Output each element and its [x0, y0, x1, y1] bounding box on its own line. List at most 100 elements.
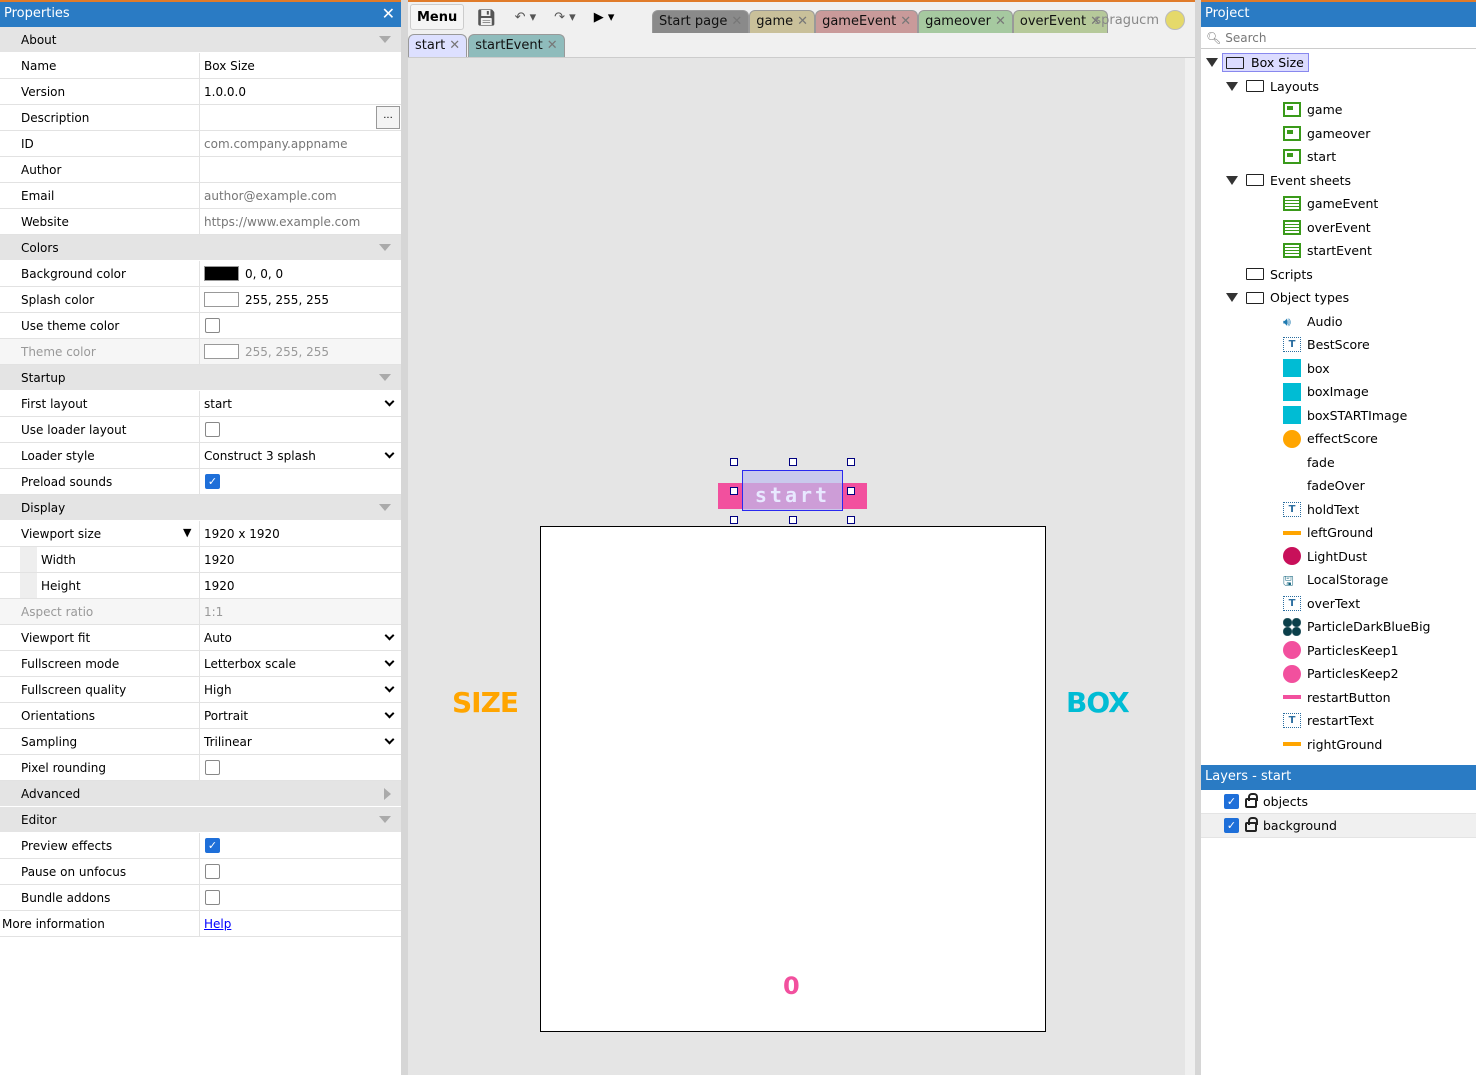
- save-icon[interactable]: 💾︎: [470, 4, 502, 30]
- tree-item[interactable]: ParticlesKeep1: [1201, 639, 1476, 663]
- lock-icon[interactable]: [1245, 817, 1258, 832]
- resize-handle[interactable]: [847, 458, 855, 466]
- close-icon[interactable]: ✕: [382, 4, 395, 23]
- property-value[interactable]: 255, 255, 255: [200, 339, 401, 364]
- undo-icon[interactable]: ↶ ▾: [509, 4, 543, 30]
- chevron-down-icon[interactable]: [384, 734, 395, 745]
- tree-item[interactable]: TrestartText: [1201, 709, 1476, 733]
- collapse-icon[interactable]: [379, 244, 391, 251]
- resize-handle[interactable]: [789, 458, 797, 466]
- search-input[interactable]: Search: [1225, 31, 1266, 45]
- tab-startevent[interactable]: startEvent ✕: [468, 34, 565, 57]
- close-icon[interactable]: ✕: [731, 14, 742, 30]
- property-value[interactable]: 1:1: [200, 599, 401, 624]
- start-text-object-selected[interactable]: start: [742, 470, 843, 511]
- expand-arrow-icon[interactable]: [1226, 293, 1238, 302]
- chevron-down-icon[interactable]: [384, 708, 395, 719]
- layer-row[interactable]: ✓ objects: [1201, 790, 1476, 814]
- tree-item[interactable]: T BestScore: [1201, 333, 1476, 357]
- checkbox[interactable]: ✓: [205, 838, 220, 853]
- tree-item[interactable]: leftGround: [1201, 521, 1476, 545]
- tab-gameevent[interactable]: gameEvent ✕: [815, 10, 919, 33]
- layout-area[interactable]: [540, 526, 1046, 1032]
- tree-item[interactable]: Box Size: [1201, 51, 1476, 75]
- color-swatch[interactable]: [204, 292, 239, 307]
- chevron-down-icon[interactable]: [384, 396, 395, 407]
- property-value[interactable]: com.company.appname: [200, 131, 401, 156]
- property-value[interactable]: [200, 885, 401, 910]
- size-text-object[interactable]: SIZE: [452, 686, 519, 719]
- menu-button[interactable]: Menu: [410, 4, 465, 30]
- close-icon[interactable]: ✕: [547, 38, 558, 54]
- tree-item[interactable]: start: [1201, 145, 1476, 169]
- tree-item[interactable]: restartButton: [1201, 686, 1476, 710]
- tree-item[interactable]: game: [1201, 98, 1476, 122]
- section-startup[interactable]: Startup: [0, 365, 401, 391]
- property-value[interactable]: 1920: [200, 547, 401, 572]
- section-display[interactable]: Display: [0, 495, 401, 521]
- tree-item[interactable]: 🔊︎ Audio: [1201, 310, 1476, 334]
- score-text-object[interactable]: 0: [783, 972, 800, 1000]
- tree-item[interactable]: Layouts: [1201, 75, 1476, 99]
- resize-handle[interactable]: [847, 516, 855, 524]
- property-value[interactable]: 1920: [200, 573, 401, 598]
- property-value[interactable]: ✓: [200, 469, 401, 494]
- property-value[interactable]: 1920 x 1920: [200, 521, 401, 546]
- tree-item[interactable]: fadeOver: [1201, 474, 1476, 498]
- property-value[interactable]: start: [200, 391, 401, 416]
- chevron-down-icon[interactable]: [384, 630, 395, 641]
- redo-icon[interactable]: ↷ ▾: [548, 4, 582, 30]
- checkbox[interactable]: [205, 760, 220, 775]
- avatar[interactable]: [1165, 10, 1185, 30]
- tree-item[interactable]: boxSTARTImage: [1201, 404, 1476, 428]
- tree-item[interactable]: effectScore: [1201, 427, 1476, 451]
- chevron-down-icon[interactable]: [384, 656, 395, 667]
- tab-start-page[interactable]: Start page ✕: [652, 10, 750, 33]
- tree-item[interactable]: Scripts: [1201, 263, 1476, 287]
- close-icon[interactable]: ✕: [995, 14, 1006, 30]
- tree-item[interactable]: overEvent: [1201, 216, 1476, 240]
- collapse-icon[interactable]: [379, 374, 391, 381]
- tab-gameover[interactable]: gameover ✕: [918, 10, 1013, 33]
- tab-game[interactable]: game ✕: [749, 10, 816, 33]
- property-value[interactable]: ✓: [200, 833, 401, 858]
- property-value[interactable]: [200, 417, 401, 442]
- expand-arrow-icon[interactable]: [1206, 58, 1218, 67]
- resize-handle[interactable]: [730, 516, 738, 524]
- user-account[interactable]: spragucm: [1094, 10, 1185, 30]
- section-colors[interactable]: Colors: [0, 235, 401, 261]
- checkbox[interactable]: ✓: [205, 474, 220, 489]
- tree-item[interactable]: rightGround: [1201, 733, 1476, 757]
- tree-item[interactable]: TholdText: [1201, 498, 1476, 522]
- chevron-down-icon[interactable]: [384, 448, 395, 459]
- collapse-icon[interactable]: [379, 504, 391, 511]
- property-value[interactable]: 255, 255, 255: [200, 287, 401, 312]
- resize-handle[interactable]: [730, 458, 738, 466]
- property-value[interactable]: [200, 755, 401, 780]
- property-value[interactable]: Auto: [200, 625, 401, 650]
- property-value[interactable]: Help: [200, 911, 401, 936]
- property-value[interactable]: 0, 0, 0: [200, 261, 401, 286]
- section-advanced[interactable]: Advanced: [0, 781, 401, 807]
- collapse-icon[interactable]: [379, 816, 391, 823]
- expand-arrow-icon[interactable]: [1226, 81, 1238, 91]
- property-value[interactable]: Trilinear: [200, 729, 401, 754]
- property-value[interactable]: Construct 3 splash: [200, 443, 401, 468]
- tree-item[interactable]: ParticleDarkBlueBig: [1201, 615, 1476, 639]
- property-value[interactable]: High: [200, 677, 401, 702]
- project-search[interactable]: 🔍︎ Search: [1201, 27, 1476, 49]
- property-value[interactable]: ...: [200, 105, 401, 130]
- checkbox[interactable]: [205, 318, 220, 333]
- property-value[interactable]: [200, 157, 401, 182]
- tree-item[interactable]: ToverText: [1201, 592, 1476, 616]
- tree-item[interactable]: ParticlesKeep2: [1201, 662, 1476, 686]
- resize-handle[interactable]: [847, 487, 855, 495]
- color-swatch[interactable]: [204, 266, 239, 281]
- property-value[interactable]: Letterbox scale: [200, 651, 401, 676]
- lock-icon[interactable]: [1245, 793, 1258, 808]
- close-icon[interactable]: ✕: [900, 14, 911, 30]
- close-icon[interactable]: ✕: [449, 38, 460, 54]
- tree-item[interactable]: boxImage: [1201, 380, 1476, 404]
- layer-visible-checkbox[interactable]: ✓: [1224, 818, 1239, 833]
- checkbox[interactable]: [205, 422, 220, 437]
